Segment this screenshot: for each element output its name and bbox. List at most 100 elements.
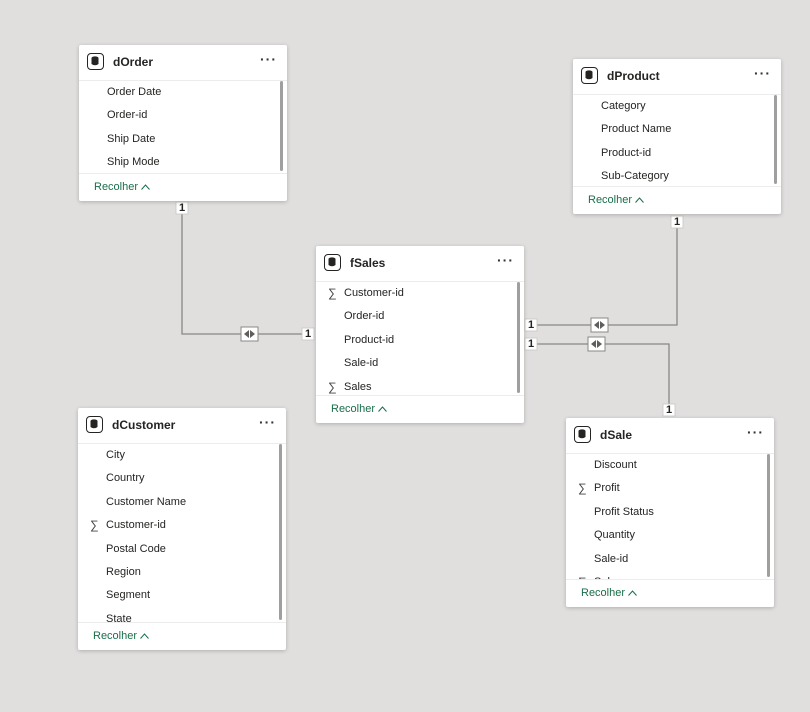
collapse-label: Recolher — [94, 181, 139, 193]
field-name: Sales — [594, 571, 622, 579]
field-list[interactable]: City Country Customer Name ∑ Customer-id Post… — [78, 444, 286, 622]
field-row[interactable]: Sale-id — [566, 548, 764, 571]
table-title: fSales — [350, 256, 386, 270]
cardinality-label: 1 — [305, 328, 312, 340]
field-list[interactable]: Category Product Name Product-id Sub-Catego… — [573, 95, 781, 186]
field-row[interactable]: Product Name — [573, 118, 771, 141]
field-row[interactable]: Ship Mode — [79, 151, 277, 173]
filter-direction-icon[interactable] — [587, 336, 606, 352]
field-row[interactable]: Order Date — [79, 81, 277, 104]
field-name: Category — [601, 100, 646, 112]
collapse-button[interactable]: Recolher — [588, 194, 644, 206]
field-row[interactable]: Sub-Category — [573, 165, 771, 186]
table-card-dorder[interactable]: dOrder ··· Order Date Order-id Ship Date Ship… — [79, 45, 287, 201]
field-list[interactable]: ∑ Customer-id Order-id Product-id Sale-id ∑ Sa… — [316, 282, 524, 395]
field-name: Discount — [594, 459, 637, 471]
more-options-icon[interactable]: ··· — [497, 252, 514, 268]
filter-direction-icon[interactable] — [590, 317, 609, 333]
table-title: dSale — [600, 428, 633, 442]
field-row[interactable]: ∑ Sales — [566, 571, 764, 579]
sum-icon: ∑ — [578, 481, 587, 496]
field-row[interactable]: ∑ Sales — [316, 376, 514, 395]
chevron-up-icon — [635, 194, 644, 206]
field-row[interactable]: ∑ Profit — [566, 477, 764, 500]
more-options-icon[interactable]: ··· — [747, 424, 764, 440]
chevron-up-icon — [141, 181, 150, 193]
table-header[interactable]: dProduct ··· — [573, 59, 781, 95]
scrollbar[interactable] — [517, 282, 520, 393]
table-title: dOrder — [113, 55, 154, 69]
field-row[interactable]: Sale-id — [316, 352, 514, 375]
field-row[interactable]: Ship Date — [79, 128, 277, 151]
field-row[interactable]: Discount — [566, 454, 764, 477]
field-name: Sub-Category — [601, 170, 669, 183]
more-options-icon[interactable]: ··· — [754, 65, 771, 81]
table-card-dsale[interactable]: dSale ··· Discount ∑ Profit Profit Status Quan… — [566, 418, 774, 607]
relationship-line-dproduct-fsales — [525, 224, 678, 326]
field-row[interactable]: Country — [78, 467, 276, 490]
collapse-label: Recolher — [331, 403, 376, 415]
field-name: Profit Status — [594, 505, 654, 518]
field-name: Region — [106, 566, 141, 578]
divider — [78, 622, 286, 623]
table-header[interactable]: dOrder ··· — [79, 45, 287, 81]
more-options-icon[interactable]: ··· — [259, 414, 276, 430]
table-header[interactable]: dCustomer ··· — [78, 408, 286, 444]
scrollbar[interactable] — [279, 444, 282, 620]
field-name: Quantity — [594, 529, 635, 542]
field-name: Customer-id — [106, 519, 166, 532]
collapse-button[interactable]: Recolher — [93, 630, 149, 642]
cardinality-label: 1 — [528, 338, 535, 350]
field-name: Sales — [344, 380, 372, 393]
divider — [316, 395, 524, 396]
table-header[interactable]: dSale ··· — [566, 418, 774, 454]
field-name: City — [106, 449, 125, 461]
field-row[interactable]: Category — [573, 95, 771, 118]
table-icon — [574, 426, 591, 443]
field-list[interactable]: Discount ∑ Profit Profit Status Quantity Sale… — [566, 454, 774, 579]
chevron-up-icon — [378, 403, 387, 415]
field-row[interactable]: City — [78, 444, 276, 467]
collapse-button[interactable]: Recolher — [94, 181, 150, 193]
collapse-button[interactable]: Recolher — [331, 403, 387, 415]
table-card-dproduct[interactable]: dProduct ··· Category Product Name Product-i… — [573, 59, 781, 214]
field-name: Sale-id — [344, 357, 379, 370]
field-name: Order-id — [107, 109, 148, 122]
field-row[interactable]: Order-id — [316, 305, 514, 328]
collapse-label: Recolher — [588, 194, 633, 206]
table-title: dProduct — [607, 69, 660, 83]
filter-direction-icon[interactable] — [240, 326, 259, 342]
field-list[interactable]: Order Date Order-id Ship Date Ship Mode — [79, 81, 287, 173]
cardinality-label: 1 — [528, 319, 535, 331]
field-row[interactable]: Order-id — [79, 104, 277, 127]
chevron-up-icon — [628, 587, 637, 599]
sum-icon: ∑ — [328, 379, 337, 394]
table-header[interactable]: fSales ··· — [316, 246, 524, 282]
scrollbar[interactable] — [767, 454, 770, 577]
table-card-dcustomer[interactable]: dCustomer ··· City Country Customer Name ∑ Cus… — [78, 408, 286, 650]
scrollbar[interactable] — [280, 81, 283, 171]
field-row[interactable]: Postal Code — [78, 538, 276, 561]
relationship-line-dorder-fsales — [181, 210, 308, 335]
table-icon — [581, 67, 598, 84]
field-row[interactable]: Quantity — [566, 524, 764, 547]
cardinality-label: 1 — [179, 202, 186, 214]
field-row[interactable]: State — [78, 608, 276, 622]
field-row[interactable]: ∑ Customer-id — [78, 514, 276, 537]
field-row[interactable]: Customer Name — [78, 491, 276, 514]
field-row[interactable]: Product-id — [316, 329, 514, 352]
table-card-fsales[interactable]: fSales ··· ∑ Customer-id Order-id Product-id S… — [316, 246, 524, 423]
table-title: dCustomer — [112, 418, 176, 432]
more-options-icon[interactable]: ··· — [260, 51, 277, 67]
sum-icon: ∑ — [90, 518, 99, 533]
cardinality-label: 1 — [666, 404, 673, 416]
field-row[interactable]: Product-id — [573, 142, 771, 165]
divider — [573, 186, 781, 187]
field-row[interactable]: Segment — [78, 584, 276, 607]
field-row[interactable]: Profit Status — [566, 501, 764, 524]
field-name: Sale-id — [594, 552, 629, 565]
field-row[interactable]: Region — [78, 561, 276, 584]
field-row[interactable]: ∑ Customer-id — [316, 282, 514, 305]
scrollbar[interactable] — [774, 95, 777, 184]
collapse-button[interactable]: Recolher — [581, 587, 637, 599]
